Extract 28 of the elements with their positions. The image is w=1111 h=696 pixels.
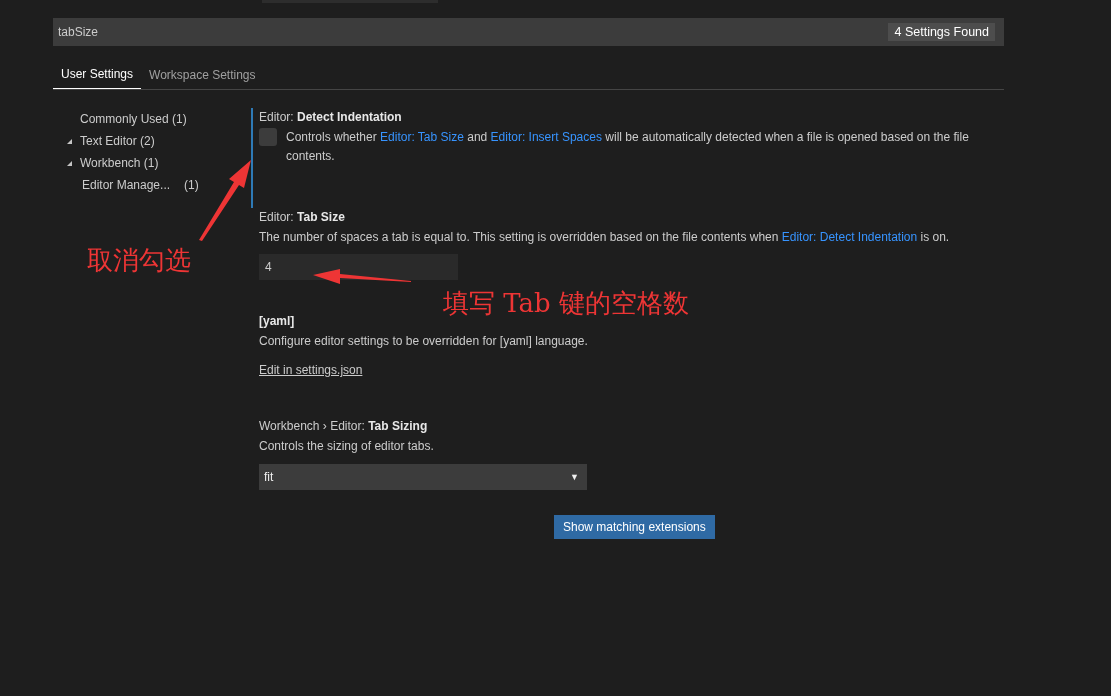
tree-item[interactable]: Text Editor (2) (67, 130, 251, 152)
setting-description: Configure editor settings to be overridden for [yaml] language. (259, 333, 589, 350)
annotation-text: 取消勾选 (87, 244, 191, 277)
annotation-text: 填写 Tab 键的空格数 (443, 287, 689, 320)
search-field[interactable]: tabSize 4 Settings Found (53, 18, 1004, 46)
tab-size-input[interactable]: 4 (259, 254, 458, 280)
setting-title: [yaml] (259, 313, 295, 330)
tree-item[interactable]: Commonly Used (1) (67, 108, 251, 130)
checkbox[interactable] (259, 128, 277, 146)
setting-title: Workbench › Editor: Tab Sizing (259, 418, 428, 435)
annotation-arrow-icon (312, 268, 412, 286)
tree-item[interactable]: Workbench (1) (67, 152, 251, 174)
setting-link[interactable]: Editor: Insert Spaces (490, 130, 602, 144)
result-count-badge: 4 Settings Found (888, 23, 995, 41)
edit-in-settings-link[interactable]: Edit in settings.json (259, 363, 363, 377)
settings-tab[interactable]: Workspace Settings (141, 60, 264, 89)
setting-description: Controls the sizing of editor tabs. (259, 438, 435, 455)
tree-item[interactable]: Editor Manage... (1) (67, 174, 251, 196)
setting-description: The number of spaces a tab is equal to. This setting is overridden based on the file contents when Editor: Detect Indentation is on. (259, 229, 951, 246)
setting-link[interactable]: Editor: Detect Indentation (781, 230, 918, 244)
show-extensions-button[interactable]: Show matching extensions (554, 515, 715, 539)
setting-title: Editor: Detect Indentation (259, 109, 402, 126)
setting-description: Controls whether Editor: Tab Size and Editor: Insert Spaces will be automatically detected when a file is opened based on the file contents. (286, 129, 970, 165)
settings-tab[interactable]: User Settings (53, 60, 142, 89)
setting-title: Editor: Tab Size (259, 209, 345, 226)
setting-link[interactable]: Editor: Tab Size (380, 130, 464, 144)
tab-sizing-dropdown[interactable]: fit ▼ (259, 464, 587, 490)
caret-icon: ▼ (570, 472, 579, 482)
